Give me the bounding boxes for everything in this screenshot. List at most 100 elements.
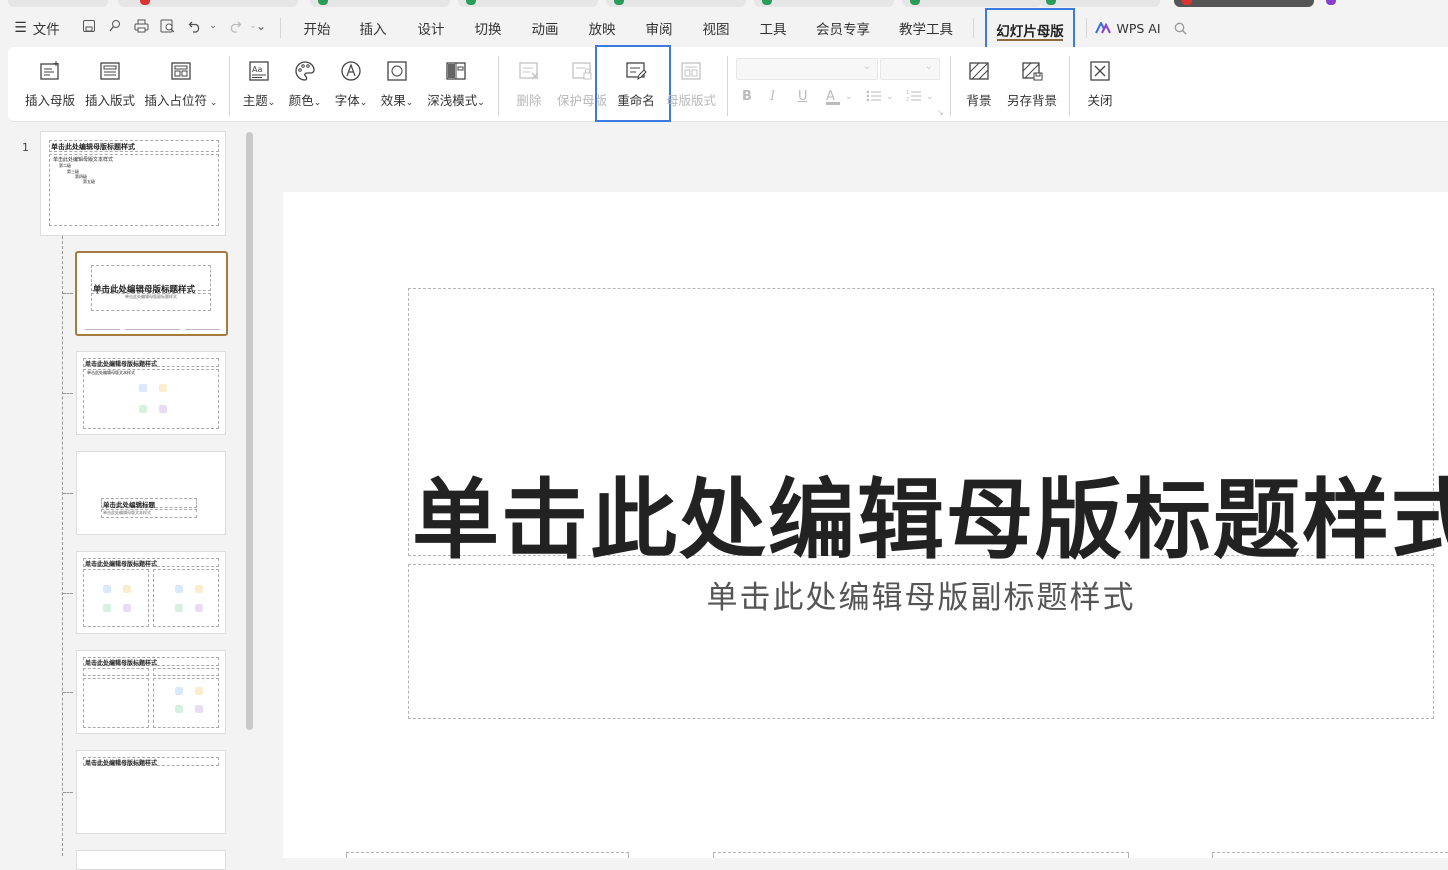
tab-label: 动画 [531, 22, 559, 38]
wps-ai-icon [1095, 22, 1112, 34]
layout-tree-branch [63, 393, 73, 394]
depth-mode-button[interactable]: 深浅模式⌄ [424, 47, 488, 122]
chevron-down-icon[interactable]: ⌄ [845, 92, 853, 102]
wps-ai-button[interactable]: WPS AI [1094, 8, 1162, 48]
chevron-down-icon[interactable]: ⌄ [926, 92, 934, 102]
chevron-down-icon: ⌄ [207, 98, 218, 108]
more-quick-access-icon[interactable]: ⌄ [252, 17, 270, 35]
undo-dropdown-icon[interactable]: ⌄ [204, 17, 222, 35]
footer-placeholder[interactable] [713, 852, 1129, 858]
save-icon[interactable] [80, 17, 98, 35]
window-tab[interactable] [902, 0, 1042, 7]
content-placeholder [83, 369, 219, 429]
layout-tree-branch [63, 593, 73, 594]
redo-icon[interactable] [226, 17, 244, 35]
bullet-list-icon[interactable] [866, 89, 882, 107]
insert-layout-button[interactable]: 插入版式 [82, 47, 138, 122]
layout-tree-branch [63, 792, 73, 793]
colors-button[interactable]: 颜色⌄ [286, 47, 324, 122]
theme-button[interactable]: Aa 主题⌄ [240, 47, 278, 122]
slide-subtitle[interactable]: 单击此处编辑母版副标题样式 [410, 572, 1432, 617]
print-preview-icon[interactable] [158, 17, 176, 35]
palette-icon [293, 59, 317, 83]
italic-icon[interactable]: I [770, 89, 775, 104]
format-painter-icon[interactable] [106, 17, 124, 35]
effects-label: 效果 [380, 93, 406, 108]
master-slide-thumbnail[interactable]: 单击此处编辑母版标题样式 单击此处编辑母版文本样式 第二级 第三级 第四级 第五… [40, 131, 226, 236]
video-icon [123, 604, 131, 612]
comparison-layout-thumbnail[interactable]: 单击此处编辑母版标题样式 [76, 650, 226, 734]
tab-teaching-tools[interactable]: 教学工具 [894, 8, 958, 48]
tab-review[interactable]: 审阅 [642, 8, 676, 48]
master-layout-button[interactable]: 母版版式 [664, 47, 718, 122]
depth-mode-label: 深浅模式 [427, 93, 478, 108]
fonts-button[interactable]: 字体⌄ [332, 47, 370, 122]
font-size-select[interactable]: ⌄ [880, 58, 940, 80]
fonts-label: 字体 [334, 93, 360, 108]
search-icon[interactable] [1170, 8, 1190, 48]
font-color-icon[interactable]: A [826, 89, 840, 105]
tab-home[interactable]: 开始 [300, 8, 334, 48]
layout-tree-branch [63, 493, 73, 494]
separator [229, 56, 230, 116]
effects-button[interactable]: 效果⌄ [378, 47, 416, 122]
window-tab-active[interactable] [1174, 0, 1314, 7]
tab-tools[interactable]: 工具 [756, 8, 790, 48]
close-master-button[interactable]: 关闭 [1082, 47, 1118, 122]
date-placeholder[interactable] [346, 852, 629, 858]
content-placeholder-left [83, 569, 149, 627]
window-tab[interactable] [754, 0, 894, 7]
window-tab[interactable] [458, 0, 598, 7]
insert-layout-label: 插入版式 [84, 93, 135, 108]
chevron-down-icon: ⌄ [267, 98, 276, 108]
undo-icon[interactable] [186, 17, 204, 35]
hamburger-icon: ☰ [14, 20, 27, 36]
wps-ai-label: WPS AI [1116, 20, 1161, 36]
numbered-list-icon[interactable]: 12 [906, 89, 922, 107]
tab-slideshow[interactable]: 放映 [585, 8, 619, 48]
print-icon[interactable] [132, 17, 150, 35]
file-menu[interactable]: ☰ 文件 [12, 8, 62, 48]
tab-transitions[interactable]: 切换 [471, 8, 505, 48]
font-family-select[interactable]: ⌄ [736, 58, 878, 80]
section-layout-thumbnail[interactable]: 单击此处编辑标题 单击此处编辑母版文本样式 [76, 451, 226, 535]
save-background-button[interactable]: 另存背景 [1004, 47, 1060, 122]
title-only-layout-thumbnail[interactable]: 单击此处编辑母版标题样式 [76, 750, 226, 834]
svg-text:2: 2 [906, 97, 909, 103]
tab-insert[interactable]: 插入 [356, 8, 390, 48]
insert-placeholder-button[interactable]: 插入占位符 ⌄ [144, 47, 218, 122]
tab-animations[interactable]: 动画 [528, 8, 562, 48]
tab-label: 放映 [588, 22, 616, 38]
content-placeholder-right [153, 569, 219, 627]
blank-layout-thumbnail[interactable] [76, 850, 226, 870]
window-tab[interactable] [8, 0, 108, 7]
tab-label: 插入 [359, 22, 387, 38]
dialog-launcher-icon[interactable]: ↘ [937, 108, 944, 117]
app-icon [1326, 0, 1336, 5]
underline-icon[interactable]: U [798, 89, 808, 104]
tab-view[interactable]: 视图 [699, 8, 733, 48]
file-menu-label: 文件 [32, 22, 60, 38]
chevron-down-icon[interactable]: ⌄ [886, 92, 894, 102]
insert-master-button[interactable]: 插入母版 [22, 47, 78, 122]
tab-member[interactable]: 会员专享 [812, 8, 874, 48]
thumbnail-scrollbar[interactable] [246, 132, 253, 730]
tab-slide-master[interactable]: 幻灯片母版 [985, 8, 1075, 51]
delete-button[interactable]: 删除 [510, 47, 548, 122]
slide-title[interactable]: 单击此处编辑母版标题样式 [412, 450, 1448, 576]
tab-design[interactable]: 设计 [414, 8, 448, 48]
slide-number: 1 [22, 141, 29, 154]
window-tab-strip [0, 0, 1448, 8]
thumb-title: 单击此处编辑母版标题样式 [51, 143, 135, 151]
bold-icon[interactable]: B [742, 89, 752, 104]
background-button[interactable]: 背景 [962, 47, 996, 122]
window-tab[interactable] [1040, 0, 1160, 7]
window-tab[interactable] [606, 0, 746, 7]
chart-icon [123, 585, 131, 593]
content-layout-thumbnail[interactable]: 单击此处编辑母版标题样式 单击此处编辑母版文本样式 [76, 351, 226, 435]
title-layout-thumbnail[interactable]: 单击此处编辑母版标题样式 单击此处编辑母版副标题样式 [75, 251, 228, 336]
window-tab[interactable] [310, 0, 450, 7]
picture-icon [175, 687, 183, 695]
slide-number-placeholder[interactable] [1212, 852, 1448, 858]
two-content-layout-thumbnail[interactable]: 单击此处编辑母版标题样式 [76, 551, 226, 634]
